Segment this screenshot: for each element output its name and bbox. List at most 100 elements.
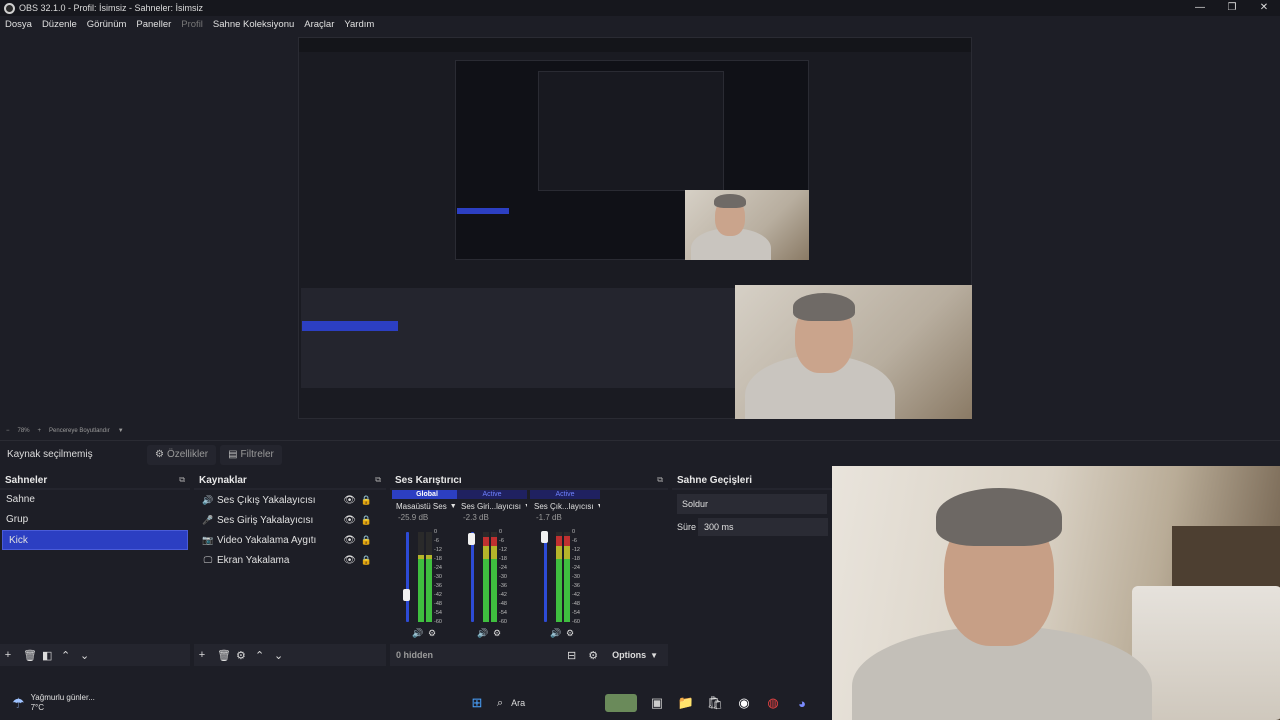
mute-speaker-icon[interactable]: 🔊 bbox=[412, 628, 423, 639]
speaker-icon: 🔊 bbox=[202, 494, 214, 505]
channel-db: -25.9 dB bbox=[398, 513, 429, 522]
volume-fader[interactable] bbox=[544, 532, 547, 622]
preview-canvas[interactable] bbox=[298, 37, 972, 419]
add-source-icon[interactable]: + bbox=[198, 649, 206, 661]
volume-fader[interactable] bbox=[471, 532, 474, 622]
eye-icon[interactable]: 👁 bbox=[343, 495, 356, 506]
taskbar-search[interactable]: ⌕ Ara bbox=[497, 697, 597, 710]
menu-help[interactable]: Yardım bbox=[344, 19, 374, 30]
level-meter bbox=[556, 532, 562, 622]
db-scale-tick: 0 bbox=[499, 529, 503, 535]
preview-webcam bbox=[735, 285, 972, 419]
volume-fader-knob[interactable] bbox=[403, 589, 410, 601]
lock-icon[interactable]: 🔒 bbox=[361, 555, 372, 566]
channel-settings-icon[interactable]: ⚙ bbox=[428, 628, 436, 639]
chevron-down-icon[interactable]: ▼ bbox=[118, 428, 124, 434]
close-button[interactable]: ✕ bbox=[1248, 0, 1280, 16]
volume-fader-knob[interactable] bbox=[541, 531, 548, 544]
store-icon[interactable]: 🛍 bbox=[706, 694, 724, 712]
menu-file[interactable]: Dosya bbox=[5, 19, 32, 30]
widget-icon[interactable] bbox=[605, 694, 637, 712]
channel-name[interactable]: Ses Çık...layıcısı ▼ bbox=[530, 499, 600, 513]
source-properties-icon[interactable]: ⚙ bbox=[236, 649, 246, 662]
undock-icon[interactable]: ⧉ bbox=[179, 475, 185, 485]
mute-speaker-icon[interactable]: 🔊 bbox=[477, 628, 488, 639]
options-button[interactable]: Options bbox=[612, 650, 646, 660]
move-up-icon[interactable]: ⌃ bbox=[61, 649, 70, 662]
zoom-out-button[interactable]: − bbox=[6, 428, 10, 434]
move-down-icon[interactable]: ⌄ bbox=[274, 649, 283, 662]
db-scale-tick: -6 bbox=[499, 538, 504, 544]
undock-icon[interactable]: ⧉ bbox=[375, 475, 381, 485]
volume-fader-knob[interactable] bbox=[468, 533, 475, 546]
transitions-dock: Sahne Geçişleri Soldur Süre 300 ms bbox=[672, 472, 832, 666]
level-meter bbox=[491, 532, 497, 622]
lock-icon[interactable]: 🔒 bbox=[361, 495, 372, 506]
file-explorer-icon[interactable]: 📁 bbox=[677, 694, 695, 712]
chevron-down-icon[interactable]: ▼ bbox=[450, 503, 457, 510]
level-meter bbox=[483, 532, 489, 622]
eye-icon[interactable]: 👁 bbox=[343, 535, 356, 546]
undock-icon[interactable]: ⧉ bbox=[657, 475, 663, 485]
person-hair bbox=[936, 488, 1062, 546]
channel-name[interactable]: Masaüstü Ses ▼ bbox=[392, 499, 462, 513]
task-view-icon[interactable]: ▣ bbox=[648, 694, 666, 712]
source-item[interactable]: 🖵 Ekran Yakalama 👁 🔒 bbox=[194, 550, 386, 570]
remove-source-icon[interactable]: 🗑 bbox=[217, 649, 231, 662]
source-item[interactable]: 🔊 Ses Çıkış Yakalayıcısı 👁 🔒 bbox=[194, 490, 386, 510]
menu-docks[interactable]: Paneller bbox=[136, 19, 171, 30]
menu-edit[interactable]: Düzenle bbox=[42, 19, 77, 30]
scene-item[interactable]: Grup bbox=[0, 510, 190, 530]
chevron-down-icon[interactable]: ▼ bbox=[650, 651, 658, 660]
mixer-toolbar: 0 hidden ⊟ ⚙ Options ▼ bbox=[390, 644, 668, 666]
eye-icon[interactable]: 👁 bbox=[343, 555, 356, 566]
monitor-icon: 🖵 bbox=[203, 554, 213, 565]
mixer-layout-icon[interactable]: ⊟ bbox=[567, 649, 576, 662]
filters-button[interactable]: ▤ Filtreler bbox=[220, 444, 282, 465]
properties-button[interactable]: ⚙ Özellikler bbox=[147, 444, 217, 465]
channel-name[interactable]: Ses Giri...layıcısı ▼ bbox=[457, 499, 527, 513]
chevron-down-icon[interactable]: ▼ bbox=[524, 503, 527, 510]
scene-item[interactable]: Sahne bbox=[0, 490, 190, 510]
windows-start-icon[interactable]: ⊞ bbox=[468, 694, 486, 712]
duration-input[interactable]: 300 ms bbox=[698, 518, 828, 536]
move-up-icon[interactable]: ⌃ bbox=[255, 649, 264, 662]
source-label: Ekran Yakalama bbox=[217, 554, 290, 566]
channel-settings-icon[interactable]: ⚙ bbox=[493, 628, 501, 639]
menu-tools[interactable]: Araçlar bbox=[304, 19, 334, 30]
scene-filters-icon[interactable]: ◧ bbox=[42, 649, 52, 662]
hidden-count: 0 hidden bbox=[396, 650, 434, 660]
chevron-down-icon[interactable]: ▼ bbox=[597, 503, 600, 510]
fit-to-window-button[interactable]: Pencereye Boyutlandır bbox=[49, 428, 110, 434]
transition-select[interactable]: Soldur bbox=[677, 494, 827, 514]
menu-scene-collection[interactable]: Sahne Koleksiyonu bbox=[213, 19, 294, 30]
weather-widget[interactable]: ☂ Yağmurlu günler... 7°C bbox=[12, 693, 95, 713]
transitions-body: Soldur Süre 300 ms bbox=[672, 490, 832, 666]
obs-taskbar-icon[interactable]: ◉ bbox=[735, 694, 753, 712]
menu-profile[interactable]: Profil bbox=[181, 19, 203, 30]
remove-scene-icon[interactable]: 🗑 bbox=[23, 649, 37, 662]
db-scale-tick: -12 bbox=[499, 547, 507, 553]
source-item[interactable]: 🎤 Ses Giriş Yakalayıcısı 👁 🔒 bbox=[194, 510, 386, 530]
channel-settings-icon[interactable]: ⚙ bbox=[566, 628, 574, 639]
scenes-dock: Sahneler ⧉ Sahne Grup Kick + 🗑 ◧ ⌃ ⌄ bbox=[0, 472, 190, 666]
eye-icon[interactable]: 👁 bbox=[343, 515, 356, 526]
discord-icon[interactable]: ◕ bbox=[793, 694, 811, 712]
maximize-button[interactable]: ❐ bbox=[1216, 0, 1248, 16]
mixer-settings-icon[interactable]: ⚙ bbox=[588, 649, 598, 662]
move-down-icon[interactable]: ⌄ bbox=[80, 649, 89, 662]
minimize-button[interactable]: — bbox=[1184, 0, 1216, 16]
channel-tag: Global bbox=[392, 490, 462, 499]
source-item[interactable]: 📷 Video Yakalama Aygıtı 👁 🔒 bbox=[194, 530, 386, 550]
lock-icon[interactable]: 🔒 bbox=[361, 515, 372, 526]
filters-label: Filtreler bbox=[240, 449, 274, 460]
lock-icon[interactable]: 🔒 bbox=[361, 535, 372, 546]
zoom-in-button[interactable]: + bbox=[38, 428, 42, 434]
mute-speaker-icon[interactable]: 🔊 bbox=[550, 628, 561, 639]
chrome-icon[interactable]: ◍ bbox=[764, 694, 782, 712]
add-scene-icon[interactable]: + bbox=[4, 649, 12, 661]
menu-view[interactable]: Görünüm bbox=[87, 19, 127, 30]
volume-fader[interactable] bbox=[406, 532, 409, 622]
mixer-channel: ActiveSes Çık...layıcısı ▼-1.7 dB0-6-12-… bbox=[530, 490, 600, 642]
scene-item-selected[interactable]: Kick bbox=[2, 530, 188, 550]
